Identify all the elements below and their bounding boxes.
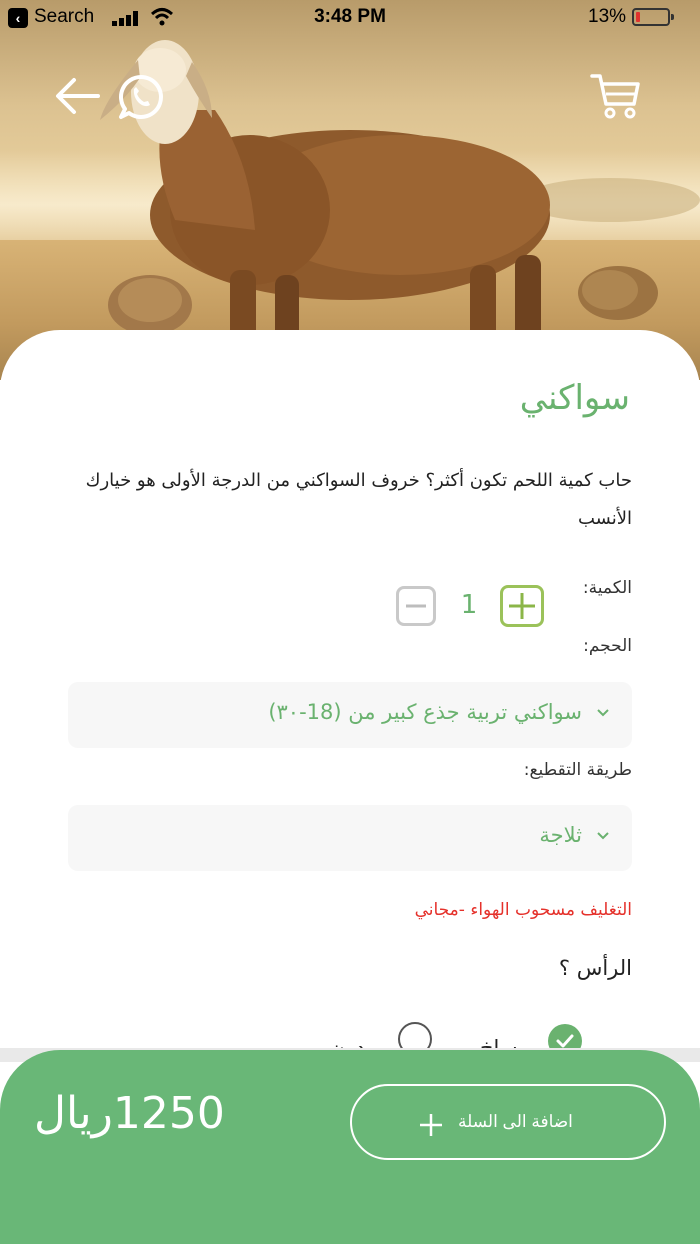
sheep-illustration — [100, 40, 700, 360]
add-to-cart-label: اضافة الى السلة — [458, 1112, 573, 1131]
status-bar: ‹ Search 3:48 PM 13% — [0, 0, 700, 36]
plus-icon — [420, 1114, 442, 1136]
battery-percent: 13% — [588, 6, 627, 27]
cart-button[interactable] — [588, 70, 642, 122]
size-selected-value: سواكني تربية جذع كبير من (18-٣٠) — [268, 700, 582, 724]
plus-icon — [509, 593, 535, 619]
minus-icon — [406, 604, 426, 608]
head-question: الرأس ؟ — [558, 956, 632, 980]
whatsapp-button[interactable] — [116, 72, 166, 122]
quantity-value: 1 — [460, 590, 478, 620]
quantity-label: الكمية: — [582, 578, 632, 598]
add-to-cart-button[interactable]: اضافة الى السلة — [350, 1084, 666, 1160]
cutting-selected-value: ثلاجة — [539, 823, 582, 847]
chevron-down-icon — [597, 832, 609, 840]
product-title: سواكني — [519, 378, 630, 418]
whatsapp-icon — [119, 75, 163, 119]
size-dropdown[interactable]: سواكني تربية جذع كبير من (18-٣٠) — [68, 682, 632, 748]
packaging-note: التغليف مسحوب الهواء -مجاني — [414, 900, 632, 920]
quantity-increase-button[interactable] — [500, 585, 544, 627]
size-label: الحجم: — [583, 636, 632, 656]
hero-image — [0, 0, 700, 380]
product-description: حاب كمية اللحم تكون أكثر؟ خروف السواكني … — [85, 470, 632, 529]
chevron-down-icon — [597, 709, 609, 717]
price-label: 1250ريال — [34, 1088, 225, 1139]
cutting-label: طريقة التقطيع: — [523, 760, 632, 780]
bottom-bar: 1250ريال اضافة الى السلة — [0, 1050, 700, 1244]
quantity-decrease-button[interactable] — [396, 586, 436, 626]
cart-icon — [590, 74, 640, 119]
back-arrow-icon — [56, 78, 100, 114]
product-card: سواكني حاب كمية اللحم تكون أكثر؟ خروف ال… — [0, 330, 700, 1090]
back-button[interactable] — [52, 70, 104, 122]
battery-icon — [632, 8, 670, 26]
cutting-dropdown[interactable]: ثلاجة — [68, 805, 632, 871]
